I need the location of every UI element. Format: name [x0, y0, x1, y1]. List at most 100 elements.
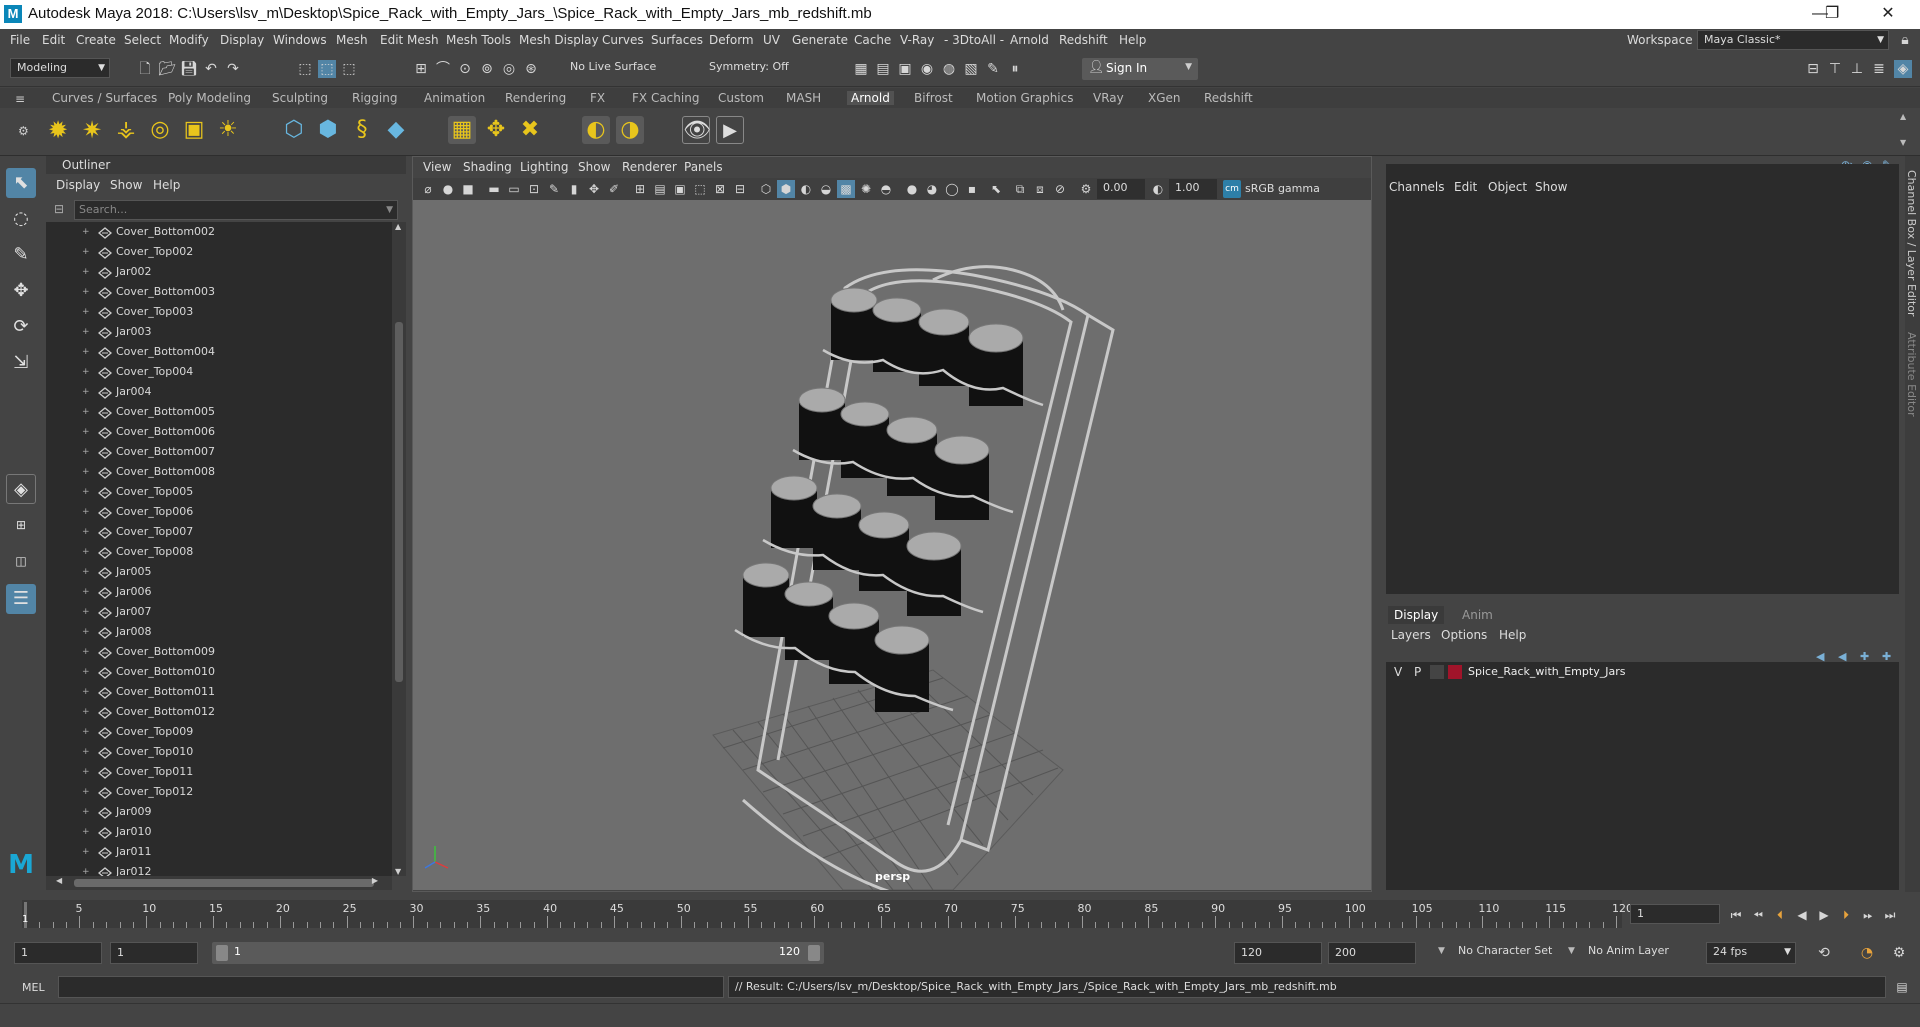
tab-redshift[interactable]: Redshift [1204, 91, 1253, 105]
list-item[interactable]: + Cover_Bottom011 [46, 682, 392, 702]
menu-curves[interactable]: Curves [602, 33, 644, 47]
layer-type-swatch[interactable] [1430, 665, 1444, 679]
list-item[interactable]: + Cover_Bottom012 [46, 702, 392, 722]
channels-menu[interactable]: Channels [1389, 180, 1445, 194]
redo-icon[interactable]: ↷ [224, 60, 242, 78]
list-item[interactable]: + Jar002 [46, 262, 392, 282]
list-item[interactable]: + Cover_Bottom010 [46, 662, 392, 682]
xray-move-icon[interactable]: ✥ [585, 180, 603, 198]
motion-blur-icon[interactable]: ◕ [923, 180, 941, 198]
expand-icon[interactable]: + [82, 542, 90, 562]
expand-icon[interactable]: + [82, 582, 90, 602]
menu-redshift[interactable]: Redshift [1059, 33, 1108, 47]
xray-components-icon[interactable]: ⊘ [1051, 180, 1069, 198]
menu-modify[interactable]: Modify [169, 33, 209, 47]
hypershade-icon[interactable]: ◍ [940, 60, 958, 78]
menu-create[interactable]: Create [76, 33, 116, 47]
layer-color-swatch[interactable] [1448, 665, 1462, 679]
viewport-menu-panels[interactable]: Panels [684, 160, 723, 174]
pause-icon[interactable]: ⏸︎ [1006, 60, 1024, 78]
shelf-scroll-up-icon[interactable]: ▲ [1900, 112, 1906, 121]
list-item[interactable]: + Cover_Top004 [46, 362, 392, 382]
expand-icon[interactable]: + [82, 502, 90, 522]
step-forward-frame-icon[interactable]: ⏵︎ [1837, 906, 1855, 924]
range-start-handle[interactable] [216, 945, 228, 961]
arnold-material-icon[interactable]: ◐ [582, 116, 610, 144]
menu-mesh-tools[interactable]: Mesh Tools [446, 33, 511, 47]
scroll-left-icon[interactable]: ◀ [56, 876, 62, 885]
current-frame-field[interactable]: 1 [1630, 904, 1720, 924]
expand-icon[interactable]: + [82, 462, 90, 482]
mode-dropdown[interactable]: Modeling ▼ [10, 58, 110, 78]
tx-manager-icon[interactable]: ▦ [448, 116, 476, 144]
skydome-light-icon[interactable]: ◎ [146, 116, 174, 144]
shadows-icon[interactable]: ◓ [877, 180, 895, 198]
tab-vray[interactable]: VRay [1093, 91, 1124, 105]
loop-icon[interactable]: ⟲ [1815, 944, 1833, 962]
menu-edit[interactable]: Edit [42, 33, 65, 47]
layer-visibility[interactable]: V [1394, 665, 1402, 679]
default-material-icon[interactable]: ◐ [797, 180, 815, 198]
expand-icon[interactable]: + [82, 682, 90, 702]
outliner-menu-show[interactable]: Show [110, 178, 142, 192]
attribute-editor-side-tab[interactable]: Attribute Editor [1905, 332, 1918, 417]
wireframe-on-shaded-icon[interactable]: ◒ [817, 180, 835, 198]
bookmark-icon[interactable]: ■ [459, 180, 477, 198]
range-slider[interactable]: 1 120 [212, 942, 824, 964]
color-management-icon[interactable]: cm [1223, 180, 1241, 198]
expand-icon[interactable]: + [82, 642, 90, 662]
menu-select[interactable]: Select [124, 33, 161, 47]
list-item[interactable]: + Cover_Bottom005 [46, 402, 392, 422]
play-backward-icon[interactable]: ◀ [1793, 906, 1811, 924]
shelf-scroll-down-icon[interactable]: ▼ [1900, 138, 1906, 147]
depth-of-field-icon[interactable]: ▪ [963, 180, 981, 198]
tab-xgen[interactable]: XGen [1148, 91, 1181, 105]
rotate-tool-icon[interactable]: ⟳ [6, 312, 36, 342]
gamma-icon[interactable]: ◐ [1149, 180, 1167, 198]
preferences-icon[interactable]: ⚙ [1890, 944, 1908, 962]
expand-icon[interactable]: + [82, 762, 90, 782]
expand-icon[interactable]: + [82, 562, 90, 582]
tab-mash[interactable]: MASH [786, 91, 821, 105]
film-gate-icon[interactable]: ▬ [485, 180, 503, 198]
command-input[interactable] [58, 976, 724, 998]
menu-deform[interactable]: Deform [709, 33, 754, 47]
save-scene-icon[interactable]: 💾︎ [180, 60, 198, 78]
menu-3dtoall[interactable]: - 3DtoAll - [944, 33, 1004, 47]
ipr-render-icon[interactable]: ▣ [896, 60, 914, 78]
script-language-label[interactable]: MEL [22, 981, 45, 994]
xray-icon[interactable]: ⧉ [1011, 180, 1029, 198]
resolution-gate-icon[interactable]: ▣ [671, 180, 689, 198]
select-hierarchy-icon[interactable]: ⬚ [296, 60, 314, 78]
menu-vray[interactable]: V-Ray [900, 33, 934, 47]
move-tool-icon[interactable]: ✥ [6, 276, 36, 306]
expand-icon[interactable]: + [82, 662, 90, 682]
go-to-start-icon[interactable]: ⏮︎ [1727, 906, 1745, 924]
expand-icon[interactable]: + [82, 602, 90, 622]
expand-icon[interactable]: + [82, 322, 90, 342]
mesh-light-icon[interactable]: ✷ [78, 116, 106, 144]
outliner-menu-display[interactable]: Display [56, 178, 100, 192]
tab-poly-modeling[interactable]: Poly Modeling [168, 91, 251, 105]
render-region-icon[interactable]: ▦ [852, 60, 870, 78]
tab-sculpting[interactable]: Sculpting [272, 91, 328, 105]
expand-icon[interactable]: + [82, 242, 90, 262]
character-set-dropdown[interactable]: No Character Set [1452, 942, 1570, 964]
menu-windows[interactable]: Windows [273, 33, 327, 47]
paint-select-tool-icon[interactable]: ✎ [6, 240, 36, 270]
select-component-icon[interactable]: ⬚ [340, 60, 358, 78]
pencil-icon[interactable]: ✐ [605, 180, 623, 198]
list-item[interactable]: + Cover_Bottom009 [46, 642, 392, 662]
list-item[interactable]: + Cover_Bottom007 [46, 442, 392, 462]
help-menu[interactable]: Help [1499, 628, 1526, 642]
channel-box-icon[interactable]: ≣ [1870, 60, 1888, 78]
viewport-menu-show[interactable]: Show [578, 160, 610, 174]
layer-row[interactable]: V P Spice_Rack_with_Empty_Jars [1386, 662, 1899, 684]
list-item[interactable]: + Jar004 [46, 382, 392, 402]
select-tool-icon[interactable]: ⬉ [6, 168, 36, 198]
list-item[interactable]: + Cover_Bottom003 [46, 282, 392, 302]
tab-display[interactable]: Display [1388, 606, 1445, 624]
viewport-menu-lighting[interactable]: Lighting [520, 160, 569, 174]
smooth-shade-icon[interactable]: ⬢ [777, 180, 795, 198]
snap-live-icon[interactable]: ⊛ [522, 60, 540, 78]
